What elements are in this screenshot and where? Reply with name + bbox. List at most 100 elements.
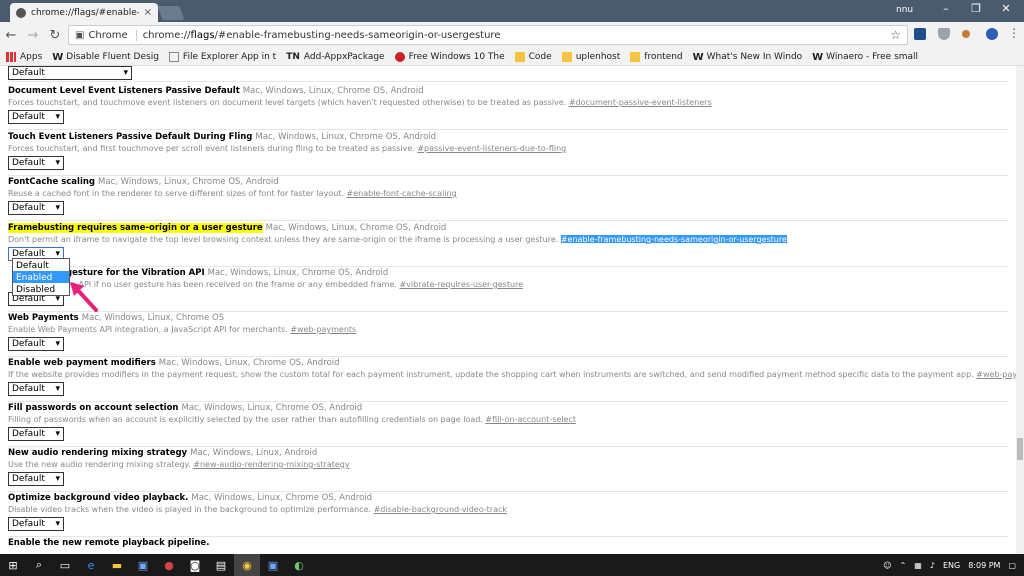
flag-name: Framebusting requires same-origin or a u… [8,223,263,233]
flag-description: Enable Web Payments API integration, a J… [8,325,288,334]
flag-name: gesture for the Vibration API [66,268,205,278]
flag-select[interactable]: Default ▾ [8,517,64,531]
browser-tab[interactable]: chrome://flags/#enable-f × [10,3,158,22]
flag-select[interactable]: Default ▾ [8,201,64,215]
minimize-button[interactable]: – [936,2,956,15]
bookmark-item[interactable]: W What's New In Windo [693,52,803,63]
option-enabled[interactable]: Enabled [13,271,69,283]
bookmark-item[interactable]: File Explorer App in t [168,51,276,62]
w-icon: W [52,51,64,63]
flag-link[interactable]: #passive-event-listeners-due-to-fling [417,144,566,153]
start-windows-icon[interactable]: ⊞ [0,554,26,576]
flag-link[interactable]: #fill-on-account-select [485,415,576,424]
folder-icon [561,51,572,62]
flag-description: If the website provides modifiers in the… [8,370,974,379]
apps-icon [6,51,16,62]
flag-item: Enable web payment modifiers Mac, Windows… [8,358,1016,402]
flag-name: Optimize background video playback. [8,493,189,503]
network-icon[interactable]: ▦ [914,561,922,570]
clock[interactable]: 8:09 PM [968,561,1000,570]
search-icon[interactable]: ⌕ [26,554,52,576]
flag-select[interactable]: Default ▾ [8,66,132,80]
flag-select[interactable]: Default ▾ [8,427,64,441]
flag-description: Use the new audio rendering mixing strat… [8,460,191,469]
bookmark-item[interactable]: TN Add-AppxPackage [286,52,384,62]
flag-link[interactable]: #enable-font-cache-scaling [347,189,457,198]
flag-select[interactable]: Default ▾ [8,472,64,486]
flag-description: Forces touchstart, and first touchmove p… [8,144,415,153]
flag-link[interactable]: #web-payments [290,325,356,334]
url-text[interactable]: chrome://flags/#enable-framebusting-need… [143,30,501,41]
scrollbar-thumb[interactable] [1017,438,1023,460]
bookmark-folder[interactable]: Code [514,51,552,62]
flag-item: Touch Event Listeners Passive Default Du… [8,132,1008,176]
flag-select[interactable]: Default ▾ [8,382,64,396]
notifications-icon[interactable]: ▢ [1008,561,1016,570]
speaker-icon[interactable]: ♪ [930,561,935,570]
bookmark-item[interactable]: W Winaero - Free small [812,52,918,63]
option-disabled[interactable]: Disabled [13,283,69,295]
people-icon[interactable]: ☺ [883,561,891,570]
camera-icon[interactable]: ◙ [182,554,208,576]
browser-toolbar: ← → ↻ ▣ Chrome chrome://flags/#enable-fr… [0,22,1024,48]
secure-label: Chrome [88,29,137,41]
extension-icon[interactable] [914,28,926,40]
language-indicator[interactable]: ENG [943,561,960,570]
menu-icon[interactable]: ⋮ [1008,26,1020,40]
flag-link[interactable]: #vibrate-requires-user-gesture [399,280,523,289]
address-bar[interactable]: ▣ Chrome chrome://flags/#enable-framebus… [68,25,908,45]
edge-icon[interactable]: e [78,554,104,576]
tab-close-button[interactable]: × [144,7,152,18]
close-window-button[interactable]: ✕ [996,2,1016,15]
flag-platforms: Mac, Windows, Linux, Chrome OS, Android [207,268,389,278]
flag-description: Disable video tracks when the video is p… [8,505,372,514]
page-scrollbar[interactable] [1016,66,1024,554]
reload-button[interactable]: ↻ [44,28,66,43]
flag-select[interactable]: Default ▾ [8,156,64,170]
flag-link-selected[interactable]: #enable-framebusting-needs-sameorigin-or… [560,235,787,244]
flag-platforms: Mac, Windows, Linux, Chrome OS, Android [181,403,363,413]
app-icon[interactable]: ● [156,554,182,576]
task-view-icon[interactable]: ▭ [52,554,78,576]
option-default[interactable]: Default [13,259,69,271]
app-icon-2[interactable]: ◐ [286,554,312,576]
profile-name[interactable]: nnu [896,5,913,15]
bookmark-folder[interactable]: frontend [630,51,683,62]
store-icon[interactable]: ▤ [208,554,234,576]
flag-name: FontCache scaling [8,177,96,187]
flag-link[interactable]: #document-passive-event-listeners [569,98,712,107]
flag-select[interactable]: Default ▾ [8,110,64,124]
flag-link[interactable]: #new-audio-rendering-mixing-strategy [193,460,349,469]
bookmarks-bar: Apps W Disable Fluent Desig File Explorer… [0,48,1024,66]
chrome-taskbar-icon[interactable]: ◉ [234,554,260,576]
flag-item: FontCache scaling Mac, Windows, Linux, Ch… [8,177,1008,221]
file-explorer-icon[interactable]: ▬ [104,554,130,576]
chrome-page-icon: ▣ [75,29,85,41]
bookmark-apps[interactable]: Apps [6,51,42,62]
shield-icon[interactable] [938,28,950,40]
bookmark-folder[interactable]: uplenhost [561,51,620,62]
bookmark-item[interactable]: W Disable Fluent Desig [52,51,159,63]
flag-item: Document Level Event Listeners Passive D… [8,86,1008,130]
flag-select-dropdown: Default Enabled Disabled [12,258,70,296]
bookmark-item[interactable]: Free Windows 10 The [394,51,505,62]
forward-button[interactable]: → [22,28,44,43]
bookmark-star-icon[interactable]: ☆ [890,28,901,42]
restore-button[interactable]: ❐ [966,2,986,15]
flag-description: on API if no user gesture has been recei… [66,280,397,289]
flag-item: Optimize background video playback. Mac, … [8,493,1008,537]
flag-name: Document Level Event Listeners Passive D… [8,86,240,96]
flag-platforms: Mac, Windows, Linux, Chrome OS [81,313,225,323]
photoshop-icon-2[interactable]: ▣ [260,554,286,576]
chevron-up-icon[interactable]: ⌃ [900,561,907,570]
extension-badge-icon[interactable] [986,28,998,40]
flag-link[interactable]: #web-payments-modifiers [976,370,1016,379]
flag-link[interactable]: #disable-background-video-track [374,505,507,514]
windows-taskbar: ⊞ ⌕ ▭ e ▬ ▣ ● ◙ ▤ ◉ ▣ ◐ ☺ ⌃ ▦ ♪ ENG 8:09… [0,554,1024,576]
extension-dot-icon[interactable] [962,30,970,38]
new-tab-button[interactable] [157,6,185,20]
back-button[interactable]: ← [0,28,22,43]
flag-select[interactable]: Default ▾ [8,337,64,351]
photoshop-icon[interactable]: ▣ [130,554,156,576]
flag-description: Forces touchstart, and touchmove event l… [8,98,567,107]
